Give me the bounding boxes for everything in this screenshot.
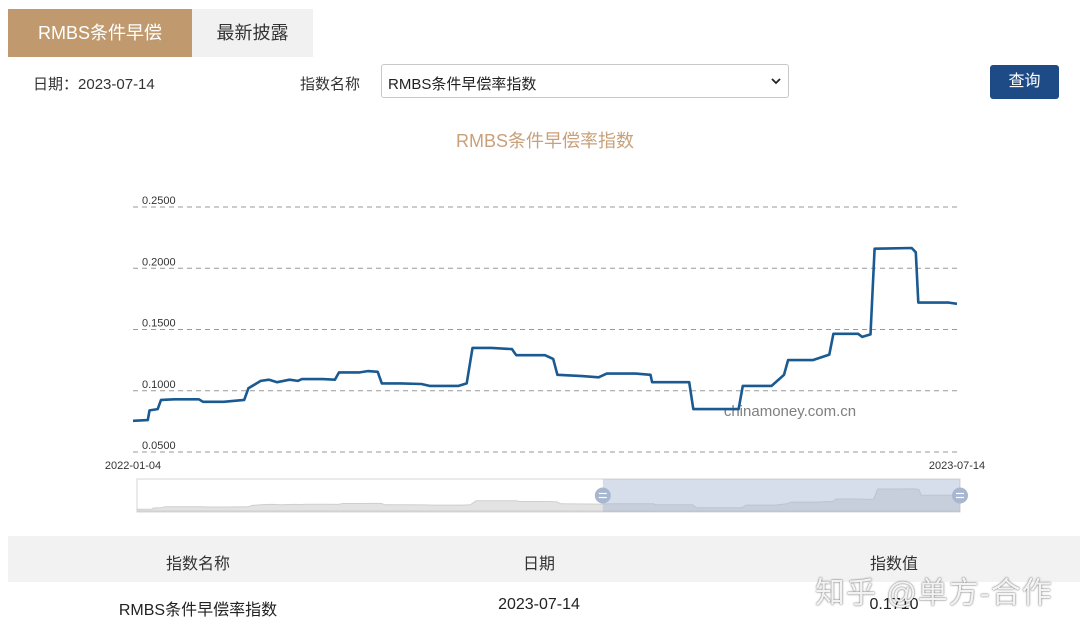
chart-svg: RMBS条件早偿率指数 0.0500 0.1000 0.1500 0.2000 0.25… [105,131,985,513]
y-tick-label: 0.2000 [142,256,176,268]
y-tick-label: 0.1500 [142,318,176,330]
filter-row: 日期：2023-07-14 指数名称 RMBS条件早偿率指数 查询 [0,64,1080,100]
chart-title: RMBS条件早偿率指数 [456,131,634,151]
x-axis-end-label: 2023-07-14 [929,460,985,472]
query-button[interactable]: 查询 [990,65,1059,99]
chart-watermark: chinamoney.com.cn [724,403,856,420]
data-zoom-slider[interactable] [136,478,968,513]
x-axis-start-label: 2022-01-04 [105,460,161,472]
chart: RMBS条件早偿率指数 0.0500 0.1000 0.1500 0.2000 0.25… [0,110,1080,530]
index-select-value: RMBS条件早偿率指数 [388,76,537,93]
cell-date: 2023-07-14 [498,596,580,613]
tab-rmbs-index[interactable]: RMBS条件早偿率指数 [8,9,192,91]
tab-bar: RMBS条件早偿率指数 最新披露 [8,9,313,91]
slider-handle-start[interactable] [594,487,611,504]
site-watermark: 知乎 @单方-合作 [815,577,1053,610]
y-tick-label: 0.0500 [142,440,176,452]
tab-latest-disclosure[interactable]: 最新披露 [192,9,313,57]
slider-selection[interactable] [602,479,960,512]
slider-handle-end[interactable] [952,487,968,504]
index-name-label: 指数名称 [300,76,361,93]
cell-index-name: RMBS条件早偿率指数 [118,602,278,619]
date-label: 日期：2023-07-14 [33,76,155,93]
y-tick-label: 0.1000 [142,379,176,391]
chevron-down-icon [771,78,781,85]
column-header-date: 日期 [522,556,555,573]
index-select[interactable]: RMBS条件早偿率指数 [381,64,789,98]
y-tick-label: 0.2500 [142,195,176,207]
date-value: 2023-07-14 [78,76,155,93]
column-header-index-name: 指数名称 [165,556,230,573]
series-line [132,246,958,423]
